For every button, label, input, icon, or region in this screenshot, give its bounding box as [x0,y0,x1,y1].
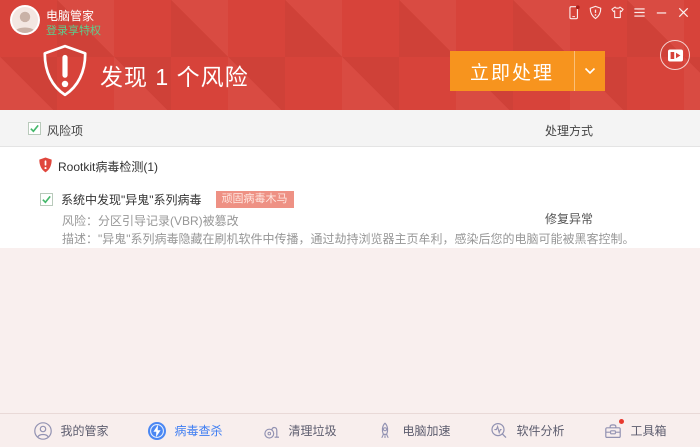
minimize-icon[interactable] [653,4,670,21]
toolbar-item-steward[interactable]: 我的管家 [33,421,108,441]
toolbar-item-virus-scan[interactable]: 病毒查杀 [147,421,222,441]
action-column-header: 处理方式 [545,122,593,139]
rootkit-group-row[interactable]: Rootkit病毒检测(1) [0,147,700,183]
virus-tag-badge: 顽固病毒木马 [216,191,294,208]
toolbar-label: 清理垃圾 [288,422,336,439]
mini-mode-button[interactable] [660,40,690,70]
fix-status-label: 修复异常 [545,210,593,227]
toolbar-item-speedup[interactable]: 电脑加速 [375,421,450,441]
virus-risk-text: 风险：分区引导记录(VBR)被篡改 [62,212,239,229]
toolbar-label: 我的管家 [60,422,108,439]
phone-icon[interactable] [565,4,582,21]
chevron-down-icon[interactable] [575,51,605,91]
bottom-toolbar: 我的管家 病毒查杀 清理垃圾 电脑加速 [0,413,700,447]
check-icon [41,194,52,205]
toolbar-label: 病毒查杀 [174,422,222,439]
magnifier-pulse-icon [489,421,509,441]
virus-title: 系统中发现"异鬼"系列病毒 [61,191,202,208]
steward-person-icon [33,421,53,441]
handle-now-label[interactable]: 立即处理 [450,51,574,91]
rocket-icon [375,421,395,441]
empty-list-area [0,248,700,413]
alert-shield-icon [38,157,53,178]
toolbar-label: 电脑加速 [402,422,450,439]
item-checkbox[interactable] [40,193,53,206]
mini-mode-icon [667,47,684,64]
vacuum-cleaner-icon [261,421,281,441]
group-title: Rootkit病毒检测(1) [58,158,158,175]
warning-shield-icon [38,43,92,104]
toolbox-icon [603,421,623,441]
app-header: 电脑管家 登录享特权 发现 1 个风险 立即处理 [0,0,700,110]
toolbar-label: 工具箱 [630,422,666,439]
close-icon[interactable] [675,4,692,21]
risk-summary-title: 发现 1 个风险 [100,58,249,92]
toolbar-item-clean-trash[interactable]: 清理垃圾 [261,421,336,441]
toolbar-label: 软件分析 [516,422,564,439]
login-link[interactable]: 登录享特权 [46,22,101,38]
virus-description-text: 描述："异鬼"系列病毒隐藏在刷机软件中传播，通过劫持浏览器主页牟利，感染后您的电… [62,230,635,247]
toolbar-item-toolbox[interactable]: 工具箱 [603,421,666,441]
user-silhouette-icon [12,7,38,33]
item-title-line: 系统中发现"异鬼"系列病毒 顽固病毒木马 [40,191,294,208]
notification-badge [619,419,624,424]
select-all-checkbox[interactable] [28,122,41,135]
skin-icon[interactable] [609,4,626,21]
list-header: 风险项 处理方式 [0,110,700,147]
toolbar-item-software-analysis[interactable]: 软件分析 [489,421,564,441]
handle-now-button[interactable]: 立即处理 [450,51,605,91]
risk-column-header: 风险项 [47,122,83,139]
avatar[interactable] [10,5,40,35]
check-icon [29,123,40,134]
virus-item-row[interactable]: 系统中发现"异鬼"系列病毒 顽固病毒木马 风险：分区引导记录(VBR)被篡改 描… [0,183,700,248]
virus-scan-lightning-icon [147,421,167,441]
shield-icon[interactable] [587,4,604,21]
titlebar-icons [565,4,692,21]
menu-icon[interactable] [631,4,648,21]
